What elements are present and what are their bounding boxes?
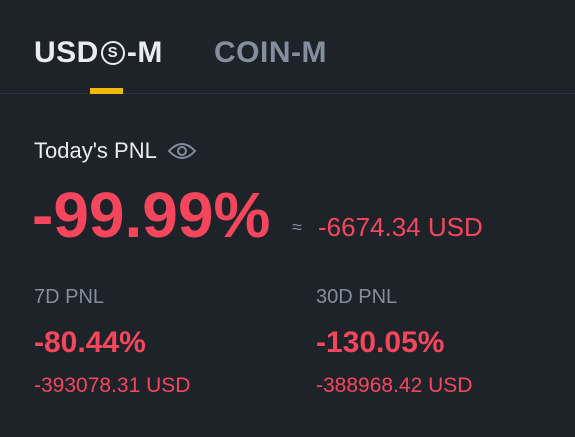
tab-usds-m[interactable]: USD S -M [34, 33, 163, 73]
todays-pnl-usd: -6674.34 USD [318, 212, 483, 242]
tab-bar: USD S -M COIN-M [0, 0, 575, 94]
pnl-30d-label: 30D PNL [316, 286, 398, 308]
pnl-30d-percent: -130.05% [316, 326, 445, 359]
eye-icon[interactable] [167, 141, 197, 161]
circled-s-icon: S [100, 41, 125, 65]
tab-usds-m-suffix: -M [126, 36, 163, 69]
pnl-7d-usd: -393078.31 USD [34, 374, 191, 397]
todays-pnl-percent: -99.99% [32, 179, 271, 251]
pnl-7d-label: 7D PNL [34, 286, 105, 308]
todays-pnl-header: Today's PNL [34, 138, 197, 164]
active-tab-indicator [90, 88, 123, 94]
tab-usds-m-prefix: USD [34, 36, 99, 69]
todays-pnl-label: Today's PNL [34, 138, 157, 163]
tab-coin-m[interactable]: COIN-M [214, 33, 327, 73]
pnl-7d-percent: -80.44% [34, 326, 146, 359]
approx-symbol: ≈ [292, 217, 302, 237]
pnl-30d-usd: -388968.42 USD [316, 374, 473, 397]
